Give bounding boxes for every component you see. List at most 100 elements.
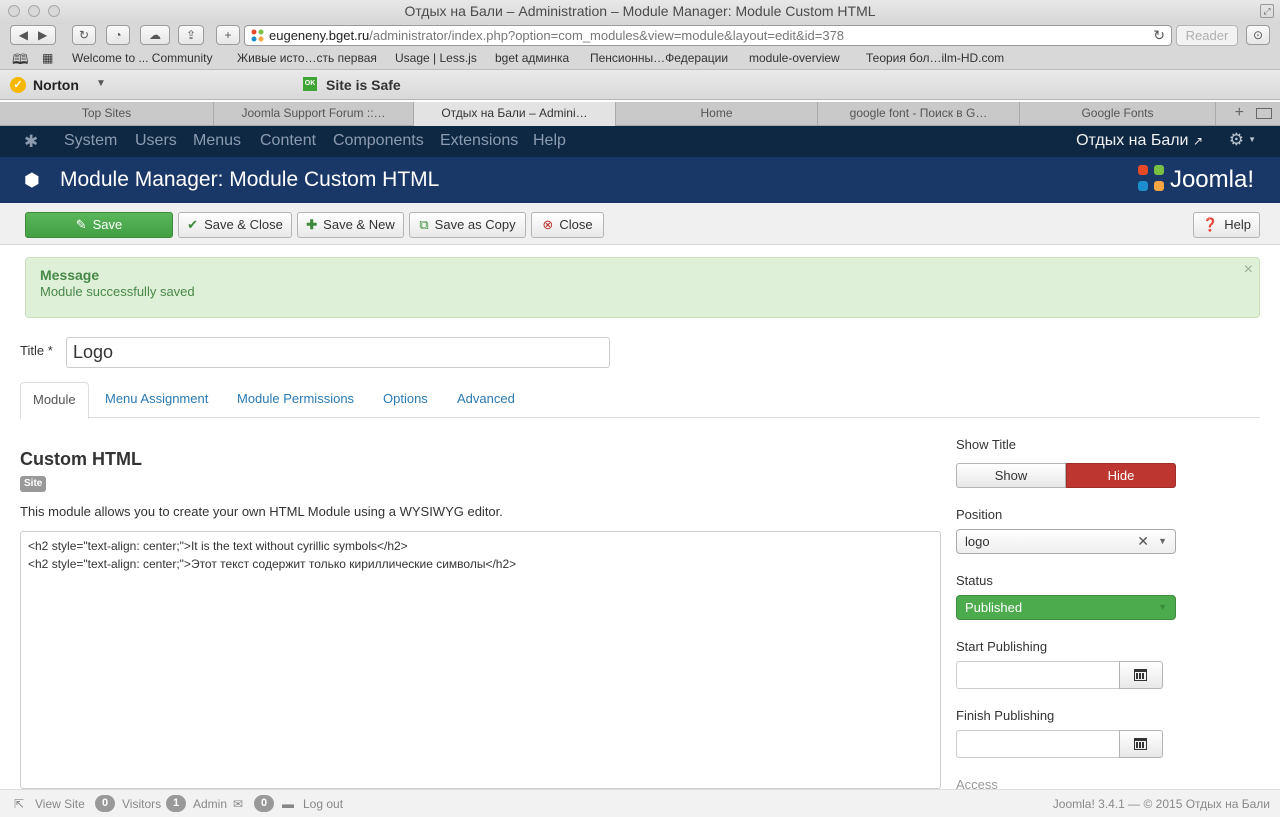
start-publishing-calendar-button[interactable]: [1119, 661, 1163, 689]
start-publishing-label: Start Publishing: [956, 639, 1048, 654]
joomla-home-icon[interactable]: ✱: [24, 132, 38, 152]
minimize-window-button[interactable]: [28, 5, 40, 17]
title-input[interactable]: [66, 337, 610, 368]
new-tab-icon[interactable]: +: [216, 25, 240, 45]
envelope-icon[interactable]: ✉: [233, 797, 243, 811]
address-bar[interactable]: eugeneny.bget.ru/administrator/index.php…: [244, 25, 1172, 46]
module-tabs: Module Menu Assignment Module Permission…: [20, 382, 1260, 419]
window-title: Отдых на Бали – Administration – Module …: [404, 3, 876, 19]
download-icon[interactable]: ⊙: [1246, 25, 1270, 45]
show-title-hide-button[interactable]: Hide: [1066, 463, 1176, 488]
tab-advanced[interactable]: Advanced: [445, 382, 527, 418]
visitors-label: Visitors: [122, 797, 162, 811]
add-tab-icon[interactable]: +: [1235, 104, 1244, 122]
save-new-label: Save & New: [323, 217, 395, 232]
reading-list-icon[interactable]: ◔: [106, 25, 130, 45]
gear-icon[interactable]: ⚙: [1229, 130, 1244, 150]
bookmark-item[interactable]: Пенсионны…Федерации: [590, 51, 728, 65]
tab-module[interactable]: Module: [20, 382, 89, 419]
minus-icon: ▬: [282, 797, 294, 811]
url-host: eugeneny.bget.ru: [269, 28, 370, 43]
url-path: /administrator/index.php?option=com_modu…: [369, 28, 845, 43]
menu-help[interactable]: Help: [533, 132, 566, 150]
menu-system[interactable]: System: [64, 132, 117, 150]
tab-overview-icon[interactable]: [1256, 108, 1272, 119]
status-select[interactable]: Published ▼: [956, 595, 1176, 620]
finish-publishing-calendar-button[interactable]: [1119, 730, 1163, 758]
bookmark-item[interactable]: Usage | Less.js: [395, 51, 477, 65]
tab-options[interactable]: Options: [371, 382, 440, 418]
show-title-toggle: Show Hide: [956, 463, 1176, 488]
success-alert: Message Module successfully saved ×: [25, 257, 1260, 318]
share-icon[interactable]: ⇪: [178, 25, 204, 45]
check-icon: ✔: [187, 217, 199, 232]
bookmark-item[interactable]: module-overview: [749, 51, 840, 65]
finish-publishing-label: Finish Publishing: [956, 708, 1055, 723]
messages-count-badge[interactable]: 0: [254, 795, 274, 812]
browser-tab[interactable]: Home: [616, 102, 818, 126]
save-copy-button[interactable]: ⧉ Save as Copy: [409, 212, 526, 238]
help-label: Help: [1224, 217, 1251, 232]
html-editor[interactable]: <h2 style="text-align: center;">It is th…: [20, 531, 941, 789]
close-icon[interactable]: ×: [1244, 261, 1253, 279]
chevron-down-icon[interactable]: ▼: [1248, 135, 1256, 144]
status-footer: ⇱ View Site 0 Visitors 1 Admin ✉ 0 ▬ Log…: [0, 789, 1280, 817]
top-sites-grid-icon[interactable]: ▦: [42, 51, 53, 65]
norton-toolbar: ✓ Norton ▼ OK Site is Safe: [0, 70, 1280, 100]
show-title-label: Show Title: [956, 437, 1016, 452]
clear-icon[interactable]: ✕: [1137, 530, 1149, 553]
back-forward-buttons[interactable]: ◀ ▶: [10, 25, 56, 45]
chevron-down-icon[interactable]: ▼: [96, 78, 106, 89]
finish-publishing-input[interactable]: [956, 730, 1120, 758]
window-titlebar: Отдых на Бали – Administration – Module …: [0, 0, 1280, 24]
menu-content[interactable]: Content: [260, 132, 316, 150]
module-type-heading: Custom HTML: [20, 449, 142, 469]
menu-components[interactable]: Components: [333, 132, 424, 150]
site-safety-status[interactable]: Site is Safe: [326, 77, 401, 93]
save-new-button[interactable]: ✚ Save & New: [297, 212, 404, 238]
save-button[interactable]: ✎ Save: [25, 212, 173, 238]
site-link[interactable]: Отдых на Бали ↗: [1076, 132, 1203, 150]
show-title-show-button[interactable]: Show: [956, 463, 1066, 488]
tab-module-permissions[interactable]: Module Permissions: [225, 382, 366, 418]
browser-tab[interactable]: Top Sites: [0, 102, 214, 126]
reader-button[interactable]: Reader: [1176, 25, 1238, 46]
norton-logo[interactable]: Norton: [33, 77, 79, 93]
tab-menu-assignment[interactable]: Menu Assignment: [93, 382, 220, 418]
position-select[interactable]: logo ✕ ▼: [956, 529, 1176, 554]
bookmark-item[interactable]: Живые исто…сть первая: [237, 51, 377, 65]
visitors-count-badge: 0: [95, 795, 115, 812]
browser-tab[interactable]: google font - Поиск в G…: [818, 102, 1020, 126]
close-window-button[interactable]: [8, 5, 20, 17]
admin-menu-bar: ✱ System Users Menus Content Components …: [0, 126, 1280, 157]
bookmark-item[interactable]: bget админка: [495, 51, 569, 65]
menu-menus[interactable]: Menus: [193, 132, 241, 150]
browser-tab[interactable]: Google Fonts: [1020, 102, 1216, 126]
bookmark-item[interactable]: Теория бол…ilm-HD.com: [866, 51, 1004, 65]
logout-link[interactable]: Log out: [303, 797, 343, 811]
browser-tab[interactable]: Joomla Support Forum ::…: [214, 102, 414, 126]
save-close-label: Save & Close: [204, 217, 283, 232]
bookmark-item[interactable]: Welcome to ... Community: [72, 51, 212, 65]
fullscreen-icon[interactable]: ⤢: [1260, 4, 1274, 18]
title-label: Title *: [20, 343, 53, 358]
browser-tab-active[interactable]: Отдых на Бали – Admini…: [414, 102, 616, 126]
icloud-icon[interactable]: ☁: [140, 25, 170, 45]
site-ok-badge: OK: [303, 77, 317, 91]
zoom-window-button[interactable]: [48, 5, 60, 17]
browser-toolbar: ◀ ▶ ↻ ◔ ☁ ⇪ + eugeneny.bget.ru/administr…: [0, 24, 1280, 48]
close-button[interactable]: ⊗ Close: [531, 212, 604, 238]
view-site-link[interactable]: View Site: [35, 797, 85, 811]
reload-icon[interactable]: ↻: [1153, 26, 1165, 45]
action-toolbar: ✎ Save ✔ Save & Close ✚ Save & New ⧉ Save as…: [0, 203, 1280, 245]
start-publishing-input[interactable]: [956, 661, 1120, 689]
question-icon: ❓: [1202, 217, 1219, 232]
chevron-down-icon[interactable]: ▼: [1158, 530, 1167, 553]
module-description: This module allows you to create your ow…: [20, 504, 503, 519]
menu-extensions[interactable]: Extensions: [440, 132, 518, 150]
help-button[interactable]: ❓ Help: [1193, 212, 1260, 238]
menu-users[interactable]: Users: [135, 132, 177, 150]
chevron-down-icon: ▼: [1158, 602, 1167, 612]
history-icon[interactable]: ↻: [72, 25, 96, 45]
save-close-button[interactable]: ✔ Save & Close: [178, 212, 292, 238]
